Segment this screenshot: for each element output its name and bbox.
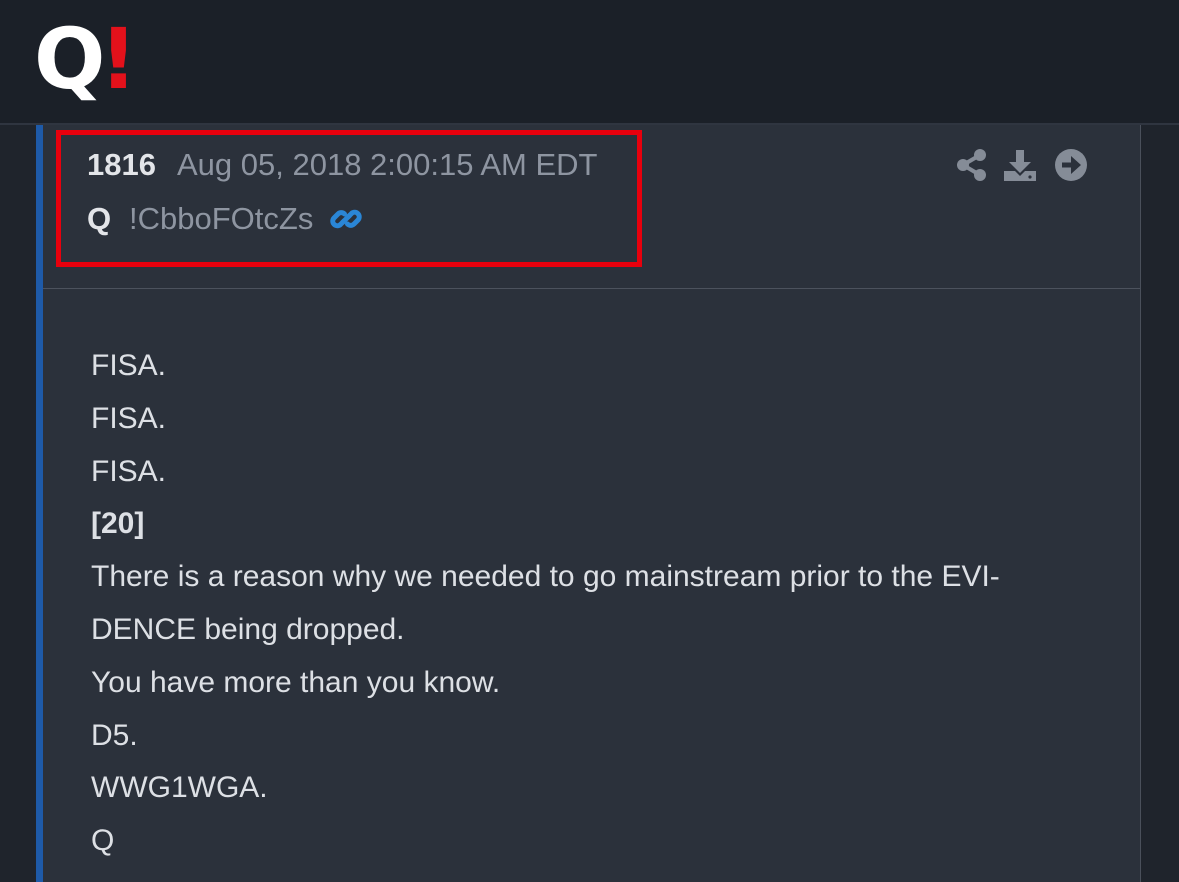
logo-letter: Q <box>34 10 105 108</box>
post-accent-bar <box>36 125 43 882</box>
post-line: There is a reason why we needed to go ma… <box>91 560 1000 594</box>
download-icon[interactable] <box>1003 148 1037 182</box>
post-line: Q <box>91 824 115 858</box>
post-body: FISA. FISA. FISA. [20] There is a reason… <box>91 340 1101 868</box>
post-line: FISA. <box>91 401 167 435</box>
link-icon[interactable] <box>330 203 362 235</box>
post-line: WWG1WGA. <box>91 771 268 805</box>
post-line-bold: [20] <box>91 507 145 541</box>
post-header: 1816 Aug 05, 2018 2:00:15 AM EDT Q !Cbbo… <box>43 125 1140 289</box>
post-author: Q <box>87 201 112 236</box>
post-tripcode: !CbboFOtcZs <box>129 201 314 236</box>
post-line: You have more than you know. <box>91 665 501 699</box>
post-line: FISA. <box>91 349 167 382</box>
post-line: FISA. <box>91 454 167 488</box>
logo-mark: ! <box>99 10 137 108</box>
post-date: Aug 05, 2018 2:00:15 AM EDT <box>177 147 598 182</box>
post-line: DENCE being dropped. <box>91 612 405 646</box>
post-number[interactable]: 1816 <box>87 147 156 183</box>
next-icon[interactable] <box>1054 148 1088 182</box>
qanon-logo[interactable]: Q! <box>34 14 154 104</box>
post-line: D5. <box>91 718 138 752</box>
top-bar: Q! <box>0 0 1179 125</box>
share-icon[interactable] <box>955 148 989 182</box>
post-card: 1816 Aug 05, 2018 2:00:15 AM EDT Q !Cbbo… <box>43 125 1141 882</box>
